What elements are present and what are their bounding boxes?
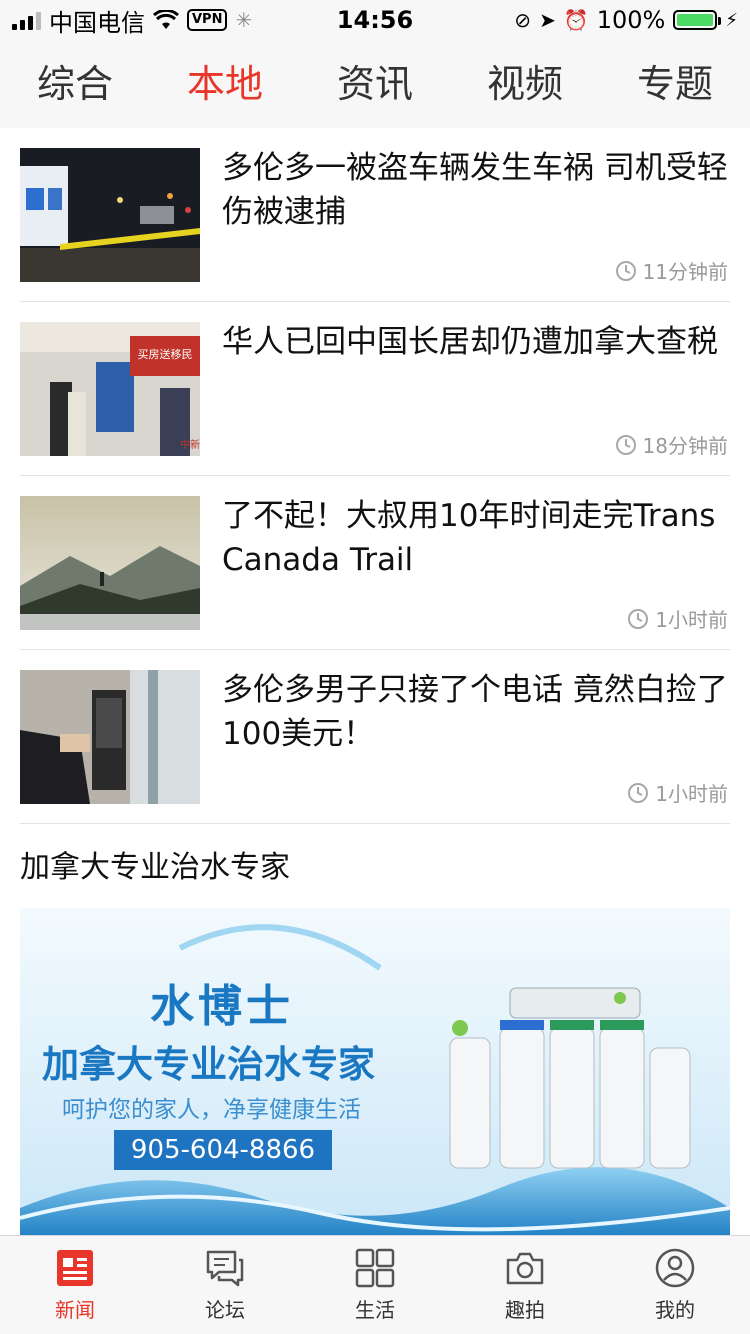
news-meta: 18分钟前 xyxy=(615,430,728,459)
charging-icon: ⚡ xyxy=(725,9,738,31)
news-item[interactable]: 多伦多一被盗车辆发生车祸 司机受轻伤被逮捕 11分钟前 xyxy=(20,128,730,302)
news-title: 多伦多一被盗车辆发生车祸 司机受轻伤被逮捕 xyxy=(222,150,728,230)
tab-local[interactable]: 本地 xyxy=(150,40,300,128)
news-meta: 11分钟前 xyxy=(615,256,728,285)
news-item[interactable]: 多伦多男子只接了个电话 竟然白捡了100美元！ 1小时前 xyxy=(20,650,730,824)
ad-phone[interactable]: 905-604-8866 xyxy=(114,1130,332,1170)
chat-icon xyxy=(206,1250,244,1287)
clock-icon xyxy=(615,260,636,281)
battery-icon xyxy=(673,10,722,30)
nav-news[interactable]: 新闻 xyxy=(0,1236,150,1334)
ad-headline: 加拿大专业治水专家 xyxy=(42,1043,375,1086)
nav-profile[interactable]: 我的 xyxy=(600,1236,750,1334)
tab-video[interactable]: 视频 xyxy=(450,40,600,128)
tab-topics[interactable]: 专题 xyxy=(600,40,750,128)
orientation-lock-icon: ⊘ xyxy=(514,8,532,32)
photo-watermark: 中新网 xyxy=(180,438,200,451)
profile-icon xyxy=(655,1248,695,1288)
ad-banner[interactable]: 水博士 加拿大专业治水专家 呵护您的家人，净享健康生活 905-604-8866 xyxy=(20,908,730,1238)
news-item[interactable]: 买房送移民 中新网 华人已回中国长居却仍遭加拿大查税 18分钟前 xyxy=(20,302,730,476)
alarm-icon: ⏰ xyxy=(563,8,589,32)
svg-text:买房送移民: 买房送移民 xyxy=(138,347,193,361)
news-meta: 1小时前 xyxy=(627,778,728,807)
nav-label: 我的 xyxy=(655,1298,695,1322)
clock-icon xyxy=(615,434,636,455)
nav-label: 论坛 xyxy=(205,1298,245,1322)
news-meta: 1小时前 xyxy=(627,604,728,633)
nav-label: 趣拍 xyxy=(505,1298,545,1322)
news-thumbnail xyxy=(20,670,200,804)
nav-label: 新闻 xyxy=(55,1298,95,1322)
news-thumbnail xyxy=(20,148,200,282)
camera-icon xyxy=(506,1252,544,1285)
news-icon xyxy=(57,1250,93,1286)
news-title: 多伦多男子只接了个电话 竟然白捡了100美元！ xyxy=(222,672,728,752)
battery-percent: 100% xyxy=(596,6,666,34)
nav-snap[interactable]: 趣拍 xyxy=(450,1236,600,1334)
news-time: 1小时前 xyxy=(655,608,728,632)
news-thumbnail xyxy=(20,496,200,630)
news-item[interactable]: 了不起！大叔用10年时间走完Trans Canada Trail 1小时前 xyxy=(20,476,730,650)
news-title: 华人已回中国长居却仍遭加拿大查税 xyxy=(222,324,718,360)
news-title: 了不起！大叔用10年时间走完Trans Canada Trail xyxy=(222,498,716,578)
clock-icon xyxy=(628,782,649,803)
location-icon: ➤ xyxy=(539,8,556,32)
ad-section-title: 加拿大专业治水专家 xyxy=(20,850,290,885)
status-bar: 中国电信 VPN ✳ 14:56 ⊘ ➤ ⏰ 100% ⚡ xyxy=(0,0,750,40)
grid-icon xyxy=(355,1248,395,1288)
news-time: 1小时前 xyxy=(655,782,728,806)
nav-label: 生活 xyxy=(355,1298,395,1322)
ad-brand: 水博士 xyxy=(150,981,294,1032)
category-tabs: 综合 本地 资讯 视频 专题 xyxy=(0,40,750,128)
bottom-tab-bar: 新闻 论坛 生活 趣拍 我的 xyxy=(0,1235,750,1334)
clock-icon xyxy=(628,608,649,629)
ad-slogan: 呵护您的家人，净享健康生活 xyxy=(62,1097,361,1123)
tab-general[interactable]: 综合 xyxy=(0,40,150,128)
news-thumbnail: 买房送移民 中新网 xyxy=(20,322,200,456)
news-time: 18分钟前 xyxy=(642,434,728,458)
nav-forum[interactable]: 论坛 xyxy=(150,1236,300,1334)
nav-life[interactable]: 生活 xyxy=(300,1236,450,1334)
news-time: 11分钟前 xyxy=(642,260,728,284)
tab-news-info[interactable]: 资讯 xyxy=(300,40,450,128)
